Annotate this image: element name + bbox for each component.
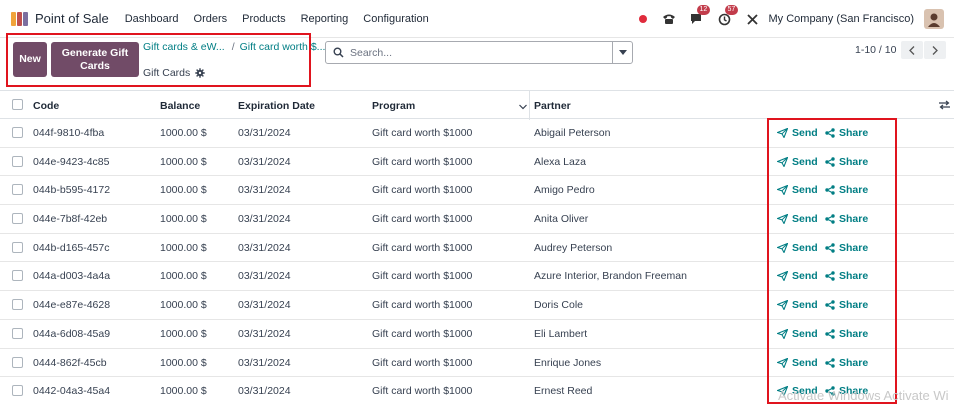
pager-previous-button[interactable] (901, 41, 923, 59)
cell-code: 044f-9810-4fba (33, 127, 105, 139)
search-bar[interactable]: Search... (325, 41, 633, 64)
cell-program: Gift card worth $1000 (372, 356, 473, 369)
cell-expiration-date: 03/31/2024 (238, 385, 291, 398)
cell-code: 044e-e87e-4628 (33, 299, 111, 312)
row-checkbox[interactable] (12, 127, 23, 138)
cell-program: Gift card worth $1000 (372, 270, 473, 283)
activities-badge: 57 (724, 5, 739, 15)
cell-partner: Anita Oliver (534, 213, 589, 226)
cell-program: Gift card worth $1000 (372, 155, 473, 168)
menu-orders[interactable]: Orders (194, 13, 228, 25)
search-options-toggle[interactable] (612, 42, 632, 63)
header-balance[interactable]: Balance (160, 100, 200, 112)
cell-partner: Alexa Laza (534, 155, 586, 168)
cell-balance: 1000.00 $ (160, 327, 207, 340)
cell-expiration-date: 03/31/2024 (238, 270, 291, 283)
cell-expiration-date: 03/31/2024 (238, 327, 291, 340)
cell-partner: Doris Cole (534, 299, 584, 312)
optional-columns-toggle-icon[interactable] (939, 100, 950, 113)
cell-program: Gift card worth $1000 (372, 327, 473, 340)
cell-expiration-date: 03/31/2024 (238, 127, 291, 139)
header-partner[interactable]: Partner (534, 100, 571, 112)
menu-products[interactable]: Products (242, 13, 285, 25)
pager-next-button[interactable] (924, 41, 946, 59)
os-activation-watermark: Activate Windows Activate Wi (778, 388, 949, 403)
menu-reporting[interactable]: Reporting (301, 13, 349, 25)
menu-configuration[interactable]: Configuration (363, 13, 428, 25)
row-checkbox[interactable] (12, 356, 23, 368)
cell-expiration-date: 03/31/2024 (238, 299, 291, 312)
cell-balance: 1000.00 $ (160, 184, 207, 197)
phone-icon[interactable] (661, 11, 677, 27)
highlight-box-send-share (767, 118, 897, 404)
cell-balance: 1000.00 $ (160, 270, 207, 283)
header-code[interactable]: Code (33, 100, 59, 112)
cell-partner: Audrey Peterson (534, 241, 613, 254)
cell-balance: 1000.00 $ (160, 299, 207, 312)
table-header: Code Balance Expiration Date Program Par… (0, 90, 954, 120)
cell-program: Gift card worth $1000 (372, 299, 473, 312)
row-checkbox[interactable] (12, 213, 23, 225)
cell-program: Gift card worth $1000 (372, 385, 473, 398)
cell-expiration-date: 03/31/2024 (238, 213, 291, 226)
cell-balance: 1000.00 $ (160, 241, 207, 254)
search-input[interactable]: Search... (350, 47, 612, 59)
cell-code: 0444-862f-45cb (33, 356, 107, 369)
row-checkbox[interactable] (12, 184, 23, 196)
column-resize-handle[interactable] (529, 91, 530, 120)
cell-partner: Abigail Peterson (534, 127, 611, 139)
cell-code: 0442-04a3-45a4 (33, 385, 111, 398)
debug-tools-icon[interactable] (745, 11, 761, 27)
cell-partner: Azure Interior, Brandon Freeman (534, 270, 687, 283)
row-checkbox[interactable] (12, 385, 23, 397)
messages-badge: 12 (696, 5, 711, 15)
messages-icon[interactable]: 12 (689, 5, 711, 27)
menu-dashboard[interactable]: Dashboard (125, 13, 179, 25)
cell-code: 044a-d003-4a4a (33, 270, 111, 283)
company-switcher[interactable]: My Company (San Francisco) (769, 13, 915, 25)
sort-chevron-down-icon[interactable] (519, 101, 527, 113)
header-expiration-date[interactable]: Expiration Date (238, 100, 315, 112)
cell-partner: Enrique Jones (534, 356, 602, 369)
row-checkbox[interactable] (12, 270, 23, 282)
cell-balance: 1000.00 $ (160, 127, 207, 139)
cell-code: 044b-b595-4172 (33, 184, 111, 197)
cell-expiration-date: 03/31/2024 (238, 241, 291, 254)
highlight-box-actions (6, 33, 311, 87)
cell-program: Gift card worth $1000 (372, 184, 473, 197)
search-icon (333, 47, 344, 58)
cell-code: 044e-9423-4c85 (33, 155, 110, 168)
cell-program: Gift card worth $1000 (372, 213, 473, 226)
row-checkbox[interactable] (12, 299, 23, 311)
app-name[interactable]: Point of Sale (35, 11, 109, 26)
activities-clock-icon[interactable]: 57 (717, 5, 739, 27)
cell-balance: 1000.00 $ (160, 385, 207, 398)
pos-app-icon[interactable] (11, 11, 29, 26)
cell-program: Gift card worth $1000 (372, 127, 473, 139)
cell-balance: 1000.00 $ (160, 155, 207, 168)
recording-dot-icon[interactable] (638, 15, 647, 23)
pager-value[interactable]: 1-10 / 10 (855, 44, 896, 56)
cell-balance: 1000.00 $ (160, 356, 207, 369)
systray: 12 57 My Company (San Francisco) (638, 0, 954, 38)
cell-program: Gift card worth $1000 (372, 241, 473, 254)
cell-expiration-date: 03/31/2024 (238, 356, 291, 369)
cell-expiration-date: 03/31/2024 (238, 184, 291, 197)
cell-code: 044e-7b8f-42eb (33, 213, 108, 226)
cell-expiration-date: 03/31/2024 (238, 155, 291, 168)
cell-balance: 1000.00 $ (160, 213, 207, 226)
header-program[interactable]: Program (372, 100, 415, 112)
row-checkbox[interactable] (12, 155, 23, 167)
cell-code: 044a-6d08-45a9 (33, 327, 111, 340)
row-checkbox[interactable] (12, 327, 23, 339)
select-all-checkbox[interactable] (12, 99, 23, 110)
cell-partner: Amigo Pedro (534, 184, 595, 197)
user-avatar[interactable] (924, 9, 944, 29)
cell-code: 044b-d165-457c (33, 241, 110, 254)
cell-partner: Eli Lambert (534, 327, 588, 340)
cell-partner: Ernest Reed (534, 385, 593, 398)
row-checkbox[interactable] (12, 241, 23, 253)
main-menu: Dashboard Orders Products Reporting Conf… (125, 13, 444, 25)
